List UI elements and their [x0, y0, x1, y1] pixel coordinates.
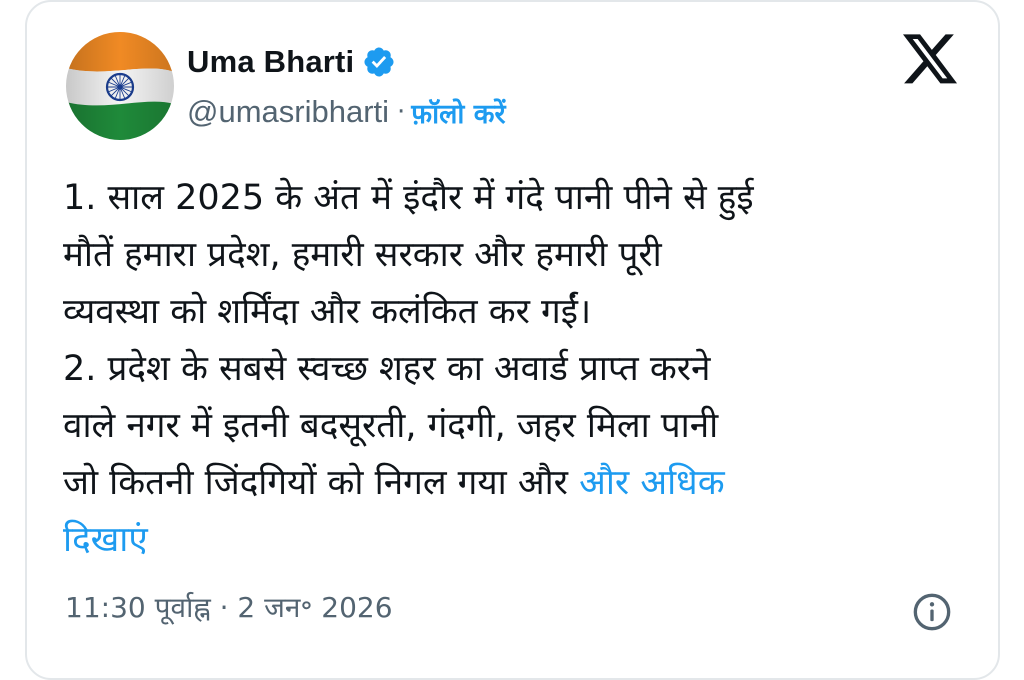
show-more-link[interactable]: और अधिक [579, 463, 724, 503]
tweet-line-2: मौतें हमारा प्रदेश, हमारी सरकार और हमारी… [63, 235, 662, 275]
tweet-text: 1. साल 2025 के अंत में इंदौर में गंदे पा… [63, 170, 963, 569]
avatar[interactable] [66, 32, 174, 140]
tweet-line-6: जो कितनी जिंदगियों को निगल गया और और अधि… [63, 455, 963, 512]
author-handle[interactable]: @umasribharti [187, 94, 389, 130]
tweet-line-1: 1. साल 2025 के अंत में इंदौर में गंदे पा… [63, 178, 754, 218]
verified-badge-icon [364, 47, 394, 77]
tweet-timestamp[interactable]: 11:30 पूर्वाह्न · 2 जन॰ 2026 [65, 588, 393, 626]
follow-button[interactable]: फ़ॉलो करें [411, 94, 505, 131]
author-name[interactable]: Uma Bharti [187, 44, 354, 80]
separator-dot: · [397, 97, 406, 127]
author-handle-row: @umasribharti · फ़ॉलो करें [187, 90, 506, 134]
info-icon[interactable] [912, 592, 952, 632]
x-logo-icon[interactable] [903, 34, 959, 86]
show-more-link-continued[interactable]: दिखाएं [63, 512, 963, 569]
indian-flag-avatar-icon [66, 32, 174, 140]
author-name-row[interactable]: Uma Bharti [187, 40, 396, 84]
tweet-line-5: वाले नगर में इतनी बदसूरती, गंदगी, जहर मि… [63, 406, 719, 446]
tweet-line-4: 2. प्रदेश के सबसे स्वच्छ शहर का अवार्ड प… [63, 349, 711, 389]
tweet-line-6-text: जो कितनी जिंदगियों को निगल गया और [63, 463, 580, 503]
tweet-line-3: व्यवस्था को शर्मिंदा और कलंकित कर गईं। [63, 292, 592, 332]
